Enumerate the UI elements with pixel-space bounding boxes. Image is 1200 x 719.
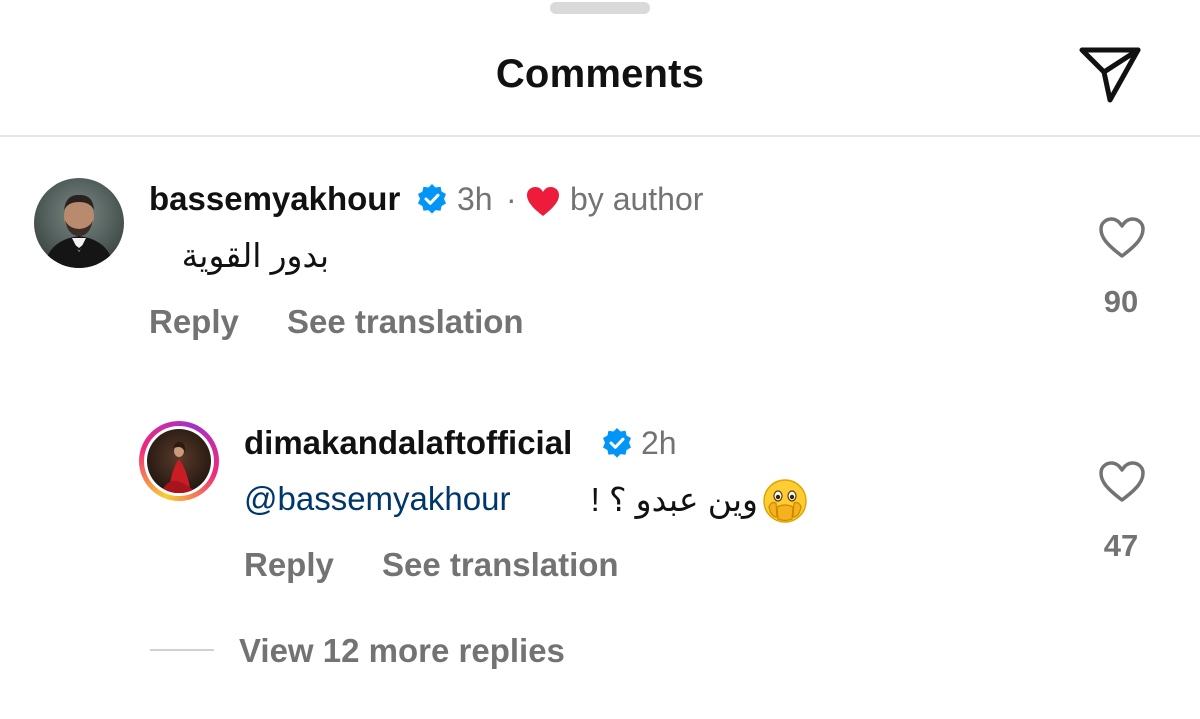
heart-outline-icon[interactable] xyxy=(1098,216,1146,260)
comments-sheet: Comments bassemyakhour 3h · by author بد… xyxy=(0,0,1200,719)
comment-username[interactable]: dimakandalaftofficial xyxy=(244,424,572,462)
face-with-hand-over-mouth-emoji-icon xyxy=(763,479,807,523)
avatar-ring-gap xyxy=(144,426,214,496)
comments-header: Comments xyxy=(0,0,1200,137)
share-button[interactable] xyxy=(1076,42,1144,106)
paper-plane-icon xyxy=(1079,47,1141,103)
avatar-story-ring[interactable] xyxy=(139,421,219,501)
liked-by-author-label: by author xyxy=(570,181,704,217)
avatar xyxy=(147,429,211,493)
page-title: Comments xyxy=(495,52,705,96)
author-liked-heart-icon xyxy=(527,187,559,216)
like-count: 90 xyxy=(1103,284,1139,319)
reply-button[interactable]: Reply xyxy=(244,546,334,584)
like-count: 47 xyxy=(1103,528,1139,563)
heart-outline-icon[interactable] xyxy=(1098,460,1146,504)
replies-divider xyxy=(150,649,214,651)
meta-separator: · xyxy=(506,181,517,217)
profile-photo-image xyxy=(34,178,124,268)
comment-time: 3h xyxy=(457,181,493,217)
sheet-grabber-handle[interactable] xyxy=(550,2,650,14)
comment-username[interactable]: bassemyakhour xyxy=(149,180,400,218)
see-translation-button[interactable]: See translation xyxy=(287,303,524,341)
comment-time: 2h xyxy=(641,425,677,461)
view-more-replies-button[interactable]: View 12 more replies xyxy=(239,632,565,670)
see-translation-button[interactable]: See translation xyxy=(382,546,619,584)
verified-badge-icon xyxy=(418,184,446,214)
comment-text: بدور القوية xyxy=(181,237,329,274)
profile-photo-image xyxy=(147,429,211,493)
avatar[interactable] xyxy=(34,178,124,268)
verified-badge-icon xyxy=(603,428,631,458)
mention-link[interactable]: @bassemyakhour xyxy=(244,480,510,518)
reply-button[interactable]: Reply xyxy=(149,303,239,341)
comment-text: وين عبدو ؟ ! xyxy=(590,481,758,518)
